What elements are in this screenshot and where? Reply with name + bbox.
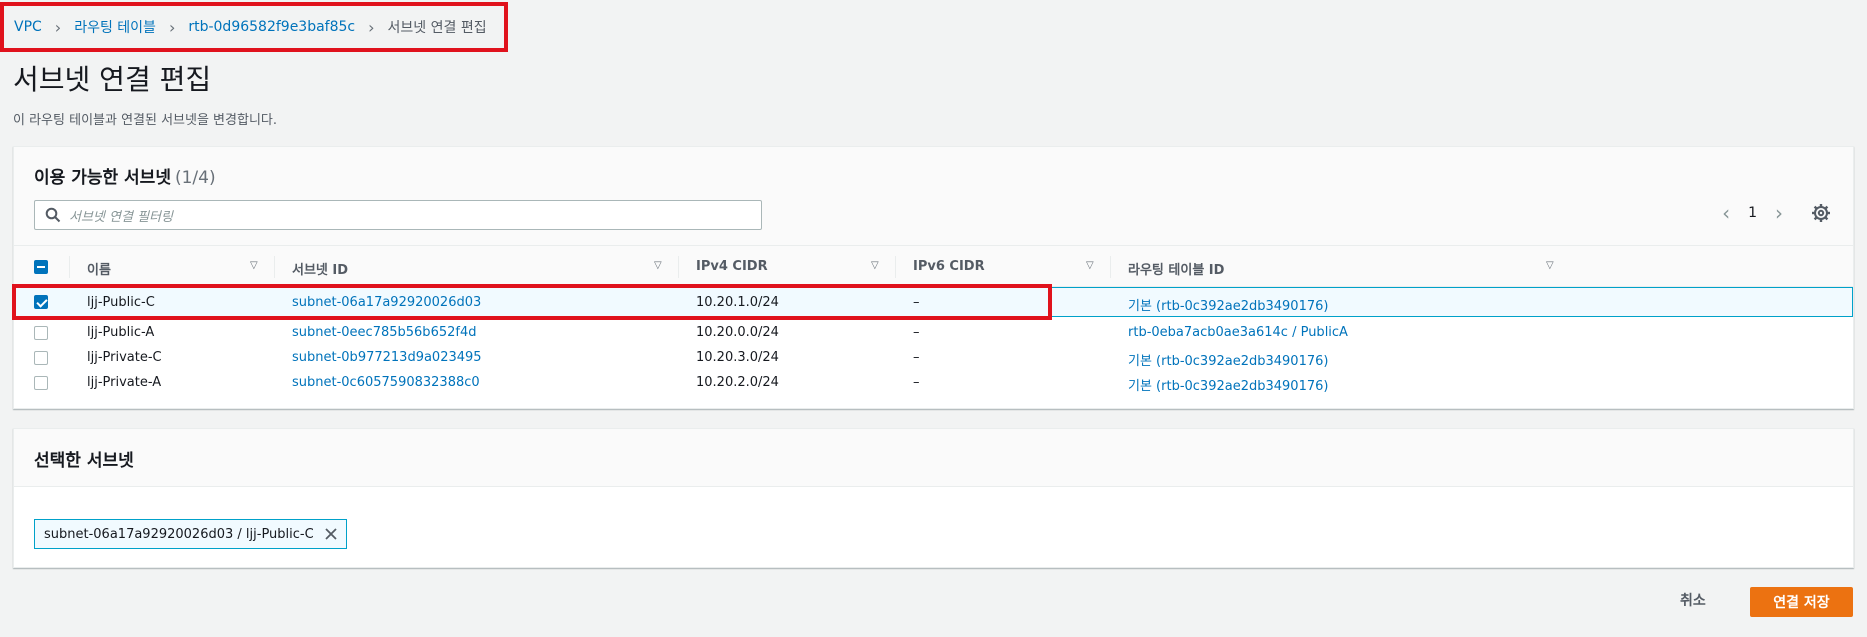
table-row[interactable]: ljj-Private-A subnet-0c6057590832388c0 1…: [14, 368, 1853, 398]
cell-subnet-id[interactable]: subnet-0c6057590832388c0: [292, 375, 480, 390]
chevron-right-icon: ›: [368, 17, 375, 37]
token-label: subnet-06a17a92920026d03 / ljj-Public-C: [44, 526, 314, 542]
breadcrumb-route-tables[interactable]: 라우팅 테이블: [74, 17, 156, 37]
column-divider: [274, 256, 275, 278]
row-checkbox[interactable]: [34, 326, 48, 340]
row-checkbox[interactable]: [34, 351, 48, 365]
filter-placeholder: 서브넷 연결 필터링: [69, 209, 173, 225]
page-title: 서브넷 연결 편집: [13, 63, 212, 96]
column-header-name[interactable]: 이름: [87, 259, 111, 278]
sort-caret-icon[interactable]: ▽: [250, 260, 258, 271]
column-divider: [678, 256, 679, 278]
panel-header: 이용 가능한 서브넷 (1/4) 서브넷 연결 필터링 ‹ 1 ›: [14, 147, 1853, 245]
column-divider: [69, 256, 70, 278]
column-header-subnet-id[interactable]: 서브넷 ID: [292, 259, 348, 278]
cell-name: ljj-Private-C: [87, 350, 162, 365]
selection-count: (1/4): [174, 168, 216, 188]
available-subnets-panel: 이용 가능한 서브넷 (1/4) 서브넷 연결 필터링 ‹ 1 › 이름 ▽ 서…: [13, 146, 1854, 409]
table-header: 이름 ▽ 서브넷 ID ▽ IPv4 CIDR ▽ IPv6 CIDR ▽ 라우…: [14, 245, 1853, 287]
column-divider: [895, 256, 896, 278]
page-number[interactable]: 1: [1748, 205, 1757, 221]
column-header-route-table-id[interactable]: 라우팅 테이블 ID: [1128, 259, 1224, 278]
column-divider: [1110, 256, 1111, 278]
cell-ipv4: 10.20.2.0/24: [696, 375, 779, 390]
cell-route-table[interactable]: rtb-0eba7acb0ae3a614c / PublicA: [1128, 325, 1348, 340]
close-icon[interactable]: [324, 527, 338, 541]
panel-title-text: 이용 가능한 서브넷: [34, 168, 171, 188]
column-header-ipv4-cidr[interactable]: IPv4 CIDR: [696, 259, 768, 274]
breadcrumb-current: 서브넷 연결 편집: [387, 20, 487, 36]
save-associations-button[interactable]: 연결 저장: [1750, 587, 1853, 617]
chevron-right-icon: ›: [54, 17, 62, 37]
cell-ipv6: –: [913, 375, 920, 390]
row-checkbox[interactable]: [34, 376, 48, 390]
pagination: ‹ 1 ›: [1722, 203, 1783, 223]
selected-subnet-token: subnet-06a17a92920026d03 / ljj-Public-C: [34, 519, 347, 549]
breadcrumb: VPC › 라우팅 테이블 › rtb-0d96582f9e3baf85c › …: [0, 2, 508, 52]
cell-subnet-id[interactable]: subnet-0eec785b56b652f4d: [292, 325, 476, 340]
subnet-filter-input[interactable]: 서브넷 연결 필터링: [34, 200, 762, 230]
available-subnets-title: 이용 가능한 서브넷 (1/4): [34, 163, 216, 188]
cell-subnet-id[interactable]: subnet-0b977213d9a023495: [292, 350, 482, 365]
chevron-right-icon: ›: [168, 17, 176, 37]
breadcrumb-route-table-id[interactable]: rtb-0d96582f9e3baf85c: [188, 19, 355, 35]
chevron-left-icon[interactable]: ‹: [1722, 203, 1730, 223]
cell-route-table[interactable]: 기본 (rtb-0c392ae2db3490176): [1128, 350, 1328, 369]
breadcrumb-vpc[interactable]: VPC: [14, 19, 42, 35]
page-description: 이 라우팅 테이블과 연결된 서브넷을 변경합니다.: [13, 113, 277, 128]
cell-ipv6: –: [913, 325, 920, 340]
annotation-highlight-box: [12, 284, 1052, 320]
gear-icon[interactable]: [1811, 203, 1831, 223]
chevron-right-icon[interactable]: ›: [1775, 203, 1783, 223]
cell-ipv4: 10.20.3.0/24: [696, 350, 779, 365]
cell-name: ljj-Public-A: [87, 325, 155, 340]
selected-subnets-title: 선택한 서브넷: [34, 451, 134, 471]
cell-ipv4: 10.20.0.0/24: [696, 325, 779, 340]
panel-header: 선택한 서브넷: [14, 429, 1853, 487]
column-header-ipv6-cidr[interactable]: IPv6 CIDR: [913, 259, 985, 274]
sort-caret-icon[interactable]: ▽: [654, 260, 662, 271]
sort-caret-icon[interactable]: ▽: [871, 260, 879, 271]
cell-route-table[interactable]: 기본 (rtb-0c392ae2db3490176): [1128, 295, 1328, 314]
select-all-checkbox[interactable]: [34, 260, 48, 274]
cell-route-table[interactable]: 기본 (rtb-0c392ae2db3490176): [1128, 375, 1328, 394]
sort-caret-icon[interactable]: ▽: [1086, 260, 1094, 271]
search-icon: [45, 207, 61, 223]
cell-name: ljj-Private-A: [87, 375, 162, 390]
cancel-button[interactable]: 취소: [1680, 590, 1706, 610]
selected-subnets-panel: 선택한 서브넷 subnet-06a17a92920026d03 / ljj-P…: [13, 428, 1854, 568]
sort-caret-icon[interactable]: ▽: [1546, 260, 1554, 271]
cell-ipv6: –: [913, 350, 920, 365]
